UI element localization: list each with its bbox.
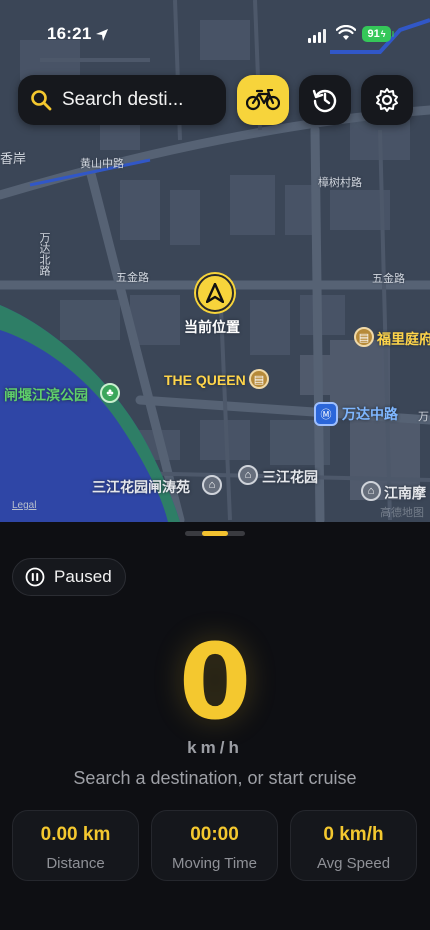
stat-value: 0 km/h (323, 824, 384, 845)
gear-icon (376, 88, 398, 112)
map-label: 五金路 (116, 272, 149, 284)
battery-tip (392, 31, 394, 37)
sheet-handle-indicator (202, 531, 228, 536)
poi-the-queen[interactable]: THE QUEEN (164, 372, 246, 388)
current-position-label: 当前位置 (184, 319, 240, 335)
speed-value: 0 (178, 621, 252, 743)
building-icon[interactable]: ⌂ (202, 475, 222, 495)
settings-button[interactable] (361, 75, 413, 125)
poi-sanjiang-zhaotaoyuan[interactable]: 三江花园闸涛苑 (92, 477, 190, 497)
map-label: 万达北路 (38, 232, 50, 276)
battery-indicator: 91 ϟ (362, 26, 391, 42)
speed-display: 0 (0, 630, 430, 734)
metro-icon[interactable]: Ⓜ (314, 402, 338, 426)
poi-wanda-middle-road[interactable]: 万达中路 (342, 404, 398, 424)
cellular-signal-icon (308, 29, 326, 43)
map-label: 樟树村路 (318, 177, 362, 189)
user-location-marker[interactable] (196, 274, 234, 312)
ride-panel: Paused 0 km/h Search a destination, or s… (0, 522, 430, 930)
hint-text: Search a destination, or start cruise (73, 768, 357, 788)
legal-link[interactable]: Legal (12, 500, 36, 511)
building-icon[interactable]: ▤ (249, 369, 269, 389)
status-bar: 16:21 91 ϟ (0, 0, 430, 60)
pause-icon (25, 567, 45, 587)
ride-status-label: Paused (54, 567, 112, 586)
stat-value: 0.00 km (40, 824, 111, 845)
stat-label: Avg Speed (316, 855, 391, 872)
search-icon (31, 90, 52, 111)
stat-card-avg-speed: 0 km/h Avg Speed (290, 810, 417, 881)
poi-sanjiang-garden[interactable]: 三江花园 (262, 467, 318, 487)
battery-level: 91 (367, 28, 380, 40)
poi-jiangnan[interactable]: 江南摩 (384, 483, 426, 503)
poi-zhayan-park[interactable]: 闸堰江滨公园 (4, 385, 88, 405)
tree-icon[interactable]: ♣ (100, 383, 120, 403)
stat-value: 00:00 (190, 824, 239, 845)
building-icon[interactable]: ▤ (354, 327, 374, 347)
bicycle-icon (246, 89, 280, 111)
sheet-handle[interactable] (185, 531, 245, 536)
location-arrow-icon (96, 29, 108, 41)
speed-unit: km/h (187, 738, 243, 757)
map-watermark: 高德地图 (380, 507, 424, 519)
building-icon[interactable]: ⌂ (238, 465, 258, 485)
wifi-icon (336, 25, 356, 40)
stat-label: Distance (46, 855, 105, 872)
stat-card-moving-time: 00:00 Moving Time (151, 810, 278, 881)
history-icon (312, 89, 337, 113)
history-button[interactable] (299, 75, 351, 125)
search-bar[interactable]: Search desti... (18, 75, 226, 125)
map-label: 万 (418, 411, 429, 423)
map-label: 香岸 (0, 151, 27, 166)
navigation-arrow-icon (206, 283, 224, 303)
poi-fuliting[interactable]: 福里庭府 (377, 329, 430, 349)
status-time: 16:21 (47, 24, 92, 43)
building-icon[interactable]: ⌂ (361, 481, 381, 501)
bike-mode-button[interactable] (237, 75, 289, 125)
map-label: 五金路 (372, 273, 405, 285)
search-placeholder: Search desti... (62, 89, 184, 110)
ride-status-badge[interactable]: Paused (12, 558, 126, 596)
map-label: 黄山中路 (80, 158, 124, 170)
stat-card-distance: 0.00 km Distance (12, 810, 139, 881)
stat-label: Moving Time (171, 855, 258, 872)
